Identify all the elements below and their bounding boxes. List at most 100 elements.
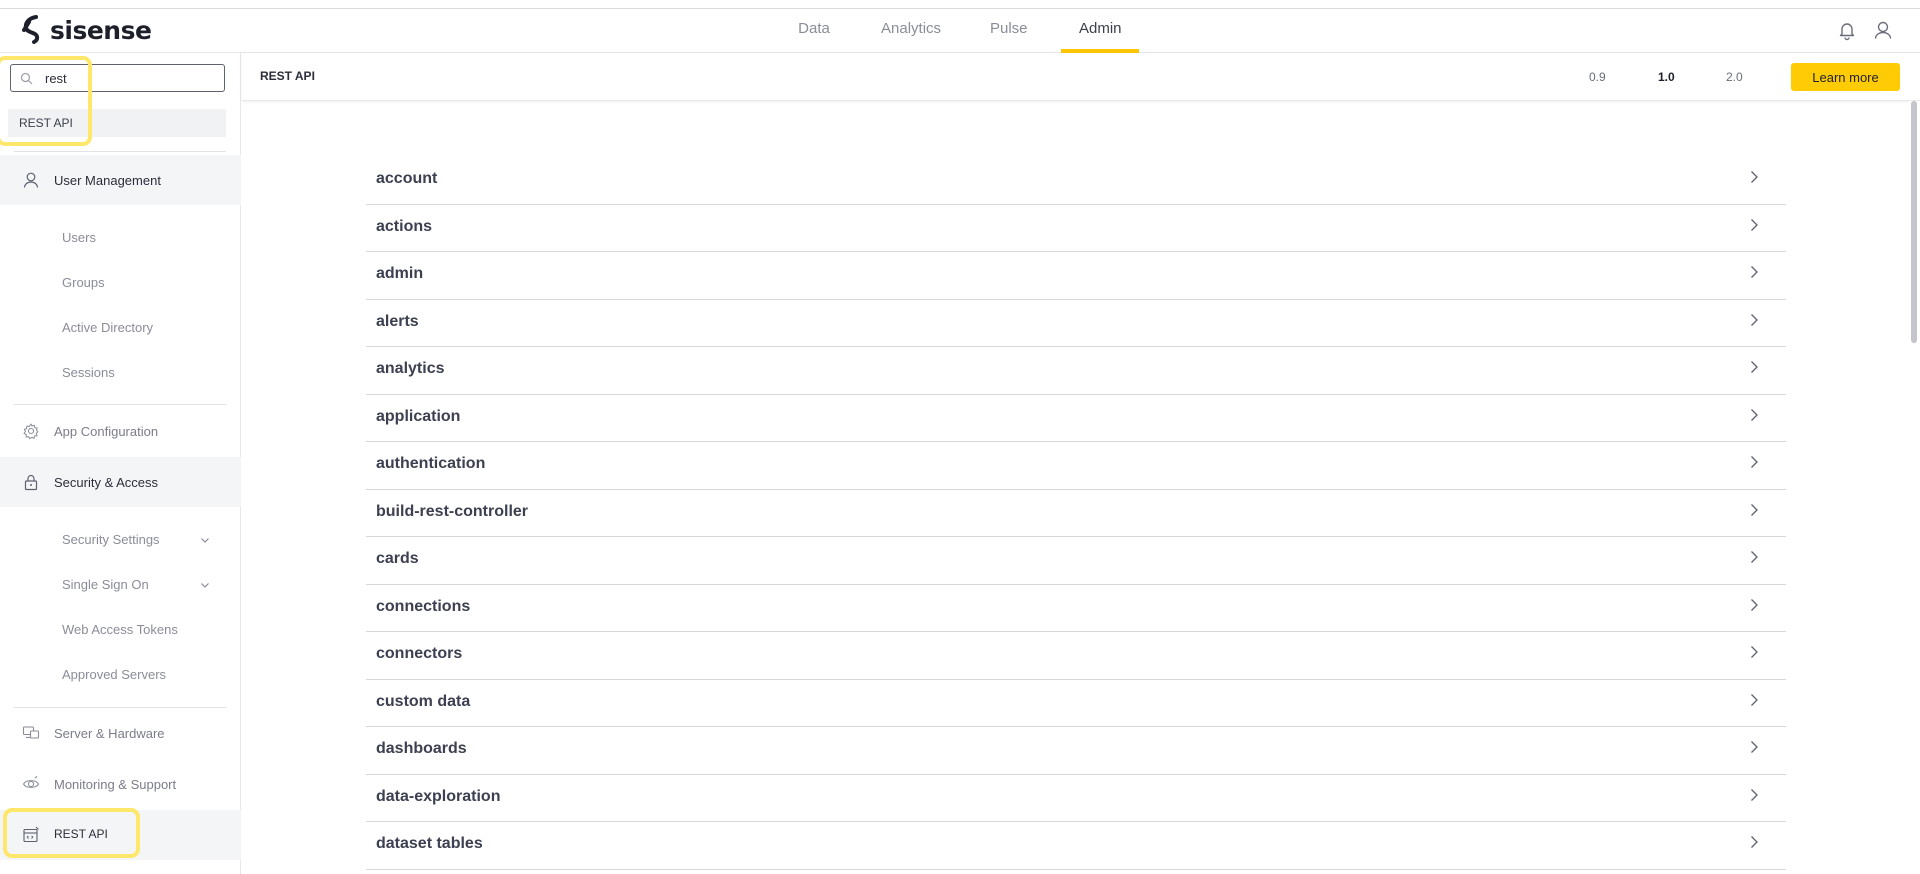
api-group-row[interactable]: dataset tables: [366, 822, 1786, 870]
api-group-row[interactable]: authentication: [366, 442, 1786, 490]
api-group-name: alerts: [376, 312, 419, 330]
api-group-name: admin: [376, 265, 424, 282]
api-group-name: analytics: [376, 360, 445, 377]
content-header: REST API 0.9 1.0 2.0 Learn more: [242, 53, 1920, 101]
top-bar: sisense Data Analytics Pulse Admin: [0, 8, 1920, 53]
chevron-right-icon: [1751, 266, 1758, 278]
chevron-right-icon: [1751, 313, 1758, 326]
api-group-row[interactable]: analytics: [366, 347, 1786, 395]
tab-admin[interactable]: Admin: [1061, 9, 1139, 53]
search-result-rest-api[interactable]: REST API: [8, 109, 226, 137]
sidebar-label: Server & Hardware: [54, 725, 165, 741]
api-group-name: connectors: [376, 645, 463, 662]
chevron-right-icon: [1751, 408, 1758, 421]
main-nav: Data Analytics Pulse Admin: [0, 9, 1920, 53]
sidebar-item-single-sign-on[interactable]: Single Sign On: [62, 575, 149, 595]
chevron-right-icon: [1751, 361, 1758, 373]
chevron-right-icon: [1751, 598, 1758, 611]
api-group-name: connections: [376, 597, 471, 615]
monitoring-eye-icon: [22, 776, 40, 788]
api-group-row[interactable]: connectors: [366, 632, 1786, 680]
admin-sidebar: REST API User Management Users Groups Ac…: [0, 53, 241, 874]
sidebar-search[interactable]: [10, 64, 225, 92]
sidebar-label: REST API: [54, 827, 108, 841]
sidebar-item-groups[interactable]: Groups: [62, 273, 105, 293]
api-group-row[interactable]: account: [366, 157, 1786, 205]
version-1-0[interactable]: 1.0: [1658, 70, 1675, 84]
sidebar-item-rest-api[interactable]: REST API: [0, 810, 241, 860]
sidebar-section-security-access[interactable]: Security & Access: [0, 457, 241, 507]
version-2-0[interactable]: 2.0: [1726, 70, 1743, 84]
sisense-logo-icon: [22, 15, 40, 44]
chevron-down-icon[interactable]: [198, 533, 212, 547]
api-group-row[interactable]: dashboards: [366, 727, 1786, 775]
api-group-row[interactable]: connections: [366, 585, 1786, 632]
user-icon[interactable]: [1872, 19, 1894, 41]
chevron-right-icon: [1751, 171, 1758, 183]
api-group-row[interactable]: cards: [366, 537, 1786, 585]
chevron-down-icon[interactable]: [198, 578, 212, 592]
sidebar-label: Security & Access: [54, 474, 159, 490]
chevron-right-icon: [1751, 693, 1758, 706]
api-group-name: authentication: [376, 455, 486, 472]
version-0-9[interactable]: 0.9: [1589, 70, 1606, 84]
sidebar-label: User Management: [54, 172, 161, 188]
main-scrollbar[interactable]: [1909, 101, 1920, 874]
api-group-name: data-exploration: [376, 787, 501, 805]
sidebar-item-sessions[interactable]: Sessions: [62, 363, 115, 383]
api-group-row[interactable]: alerts: [366, 300, 1786, 347]
sidebar-item-active-directory[interactable]: Active Directory: [62, 318, 153, 338]
divider: [14, 151, 226, 152]
chevron-right-icon: [1751, 788, 1758, 801]
chevron-right-icon: [1751, 646, 1758, 658]
server-hardware-icon: [22, 726, 40, 739]
api-group-row[interactable]: application: [366, 395, 1786, 442]
sidebar-label: App Configuration: [54, 423, 159, 439]
sidebar-item-security-settings[interactable]: Security Settings: [62, 530, 160, 550]
chevron-right-icon: [1751, 741, 1758, 753]
sidebar-item-app-configuration[interactable]: App Configuration: [0, 411, 241, 451]
api-group-row[interactable]: actions: [366, 205, 1786, 252]
sidebar-label: Monitoring & Support: [54, 776, 177, 792]
search-icon: [20, 72, 33, 85]
app-root: sisense Data Analytics Pulse Admin REST …: [0, 0, 1920, 874]
sidebar-item-web-access-tokens[interactable]: Web Access Tokens: [62, 620, 178, 640]
api-group-name: dashboards: [376, 740, 467, 757]
chevron-right-icon: [1751, 503, 1758, 516]
divider: [14, 707, 226, 708]
api-group-name: application: [376, 407, 461, 425]
api-group-row[interactable]: custom data: [366, 680, 1786, 727]
api-group-row[interactable]: data-exploration: [366, 775, 1786, 822]
top-icons: [1836, 19, 1894, 41]
divider: [14, 404, 226, 405]
chevron-right-icon: [1751, 218, 1758, 231]
api-icon: [23, 826, 39, 843]
sidebar-item-approved-servers[interactable]: Approved Servers: [62, 665, 166, 685]
page-title: REST API: [260, 69, 315, 83]
scrollbar-thumb[interactable]: [1911, 101, 1917, 343]
api-group-row[interactable]: build-rest-controller: [366, 490, 1786, 537]
tab-data[interactable]: Data: [798, 9, 830, 53]
api-group-name: build-rest-controller: [376, 502, 529, 520]
sidebar-item-users[interactable]: Users: [62, 228, 96, 248]
logo-text: sisense: [50, 15, 152, 45]
api-group-row[interactable]: admin: [366, 252, 1786, 300]
bell-icon[interactable]: [1836, 19, 1858, 41]
api-group-name: actions: [376, 217, 433, 235]
sisense-logo[interactable]: sisense: [20, 14, 152, 46]
sidebar-item-monitoring-support[interactable]: Monitoring & Support: [0, 764, 241, 804]
chevron-right-icon: [1751, 456, 1758, 468]
sidebar-item-server-hardware[interactable]: Server & Hardware: [0, 713, 241, 753]
gear-icon: [23, 423, 39, 440]
api-group-name: cards: [376, 550, 419, 567]
tab-pulse[interactable]: Pulse: [990, 9, 1028, 53]
sidebar-section-user-management[interactable]: User Management: [0, 155, 241, 205]
tab-analytics[interactable]: Analytics: [881, 9, 941, 53]
learn-more-button[interactable]: Learn more: [1791, 63, 1900, 91]
search-input[interactable]: [45, 68, 215, 88]
lock-icon: [24, 474, 38, 491]
chevron-right-icon: [1751, 551, 1758, 563]
user-icon: [23, 172, 39, 188]
api-group-name: account: [376, 170, 438, 187]
api-group-name: custom data: [376, 692, 471, 710]
